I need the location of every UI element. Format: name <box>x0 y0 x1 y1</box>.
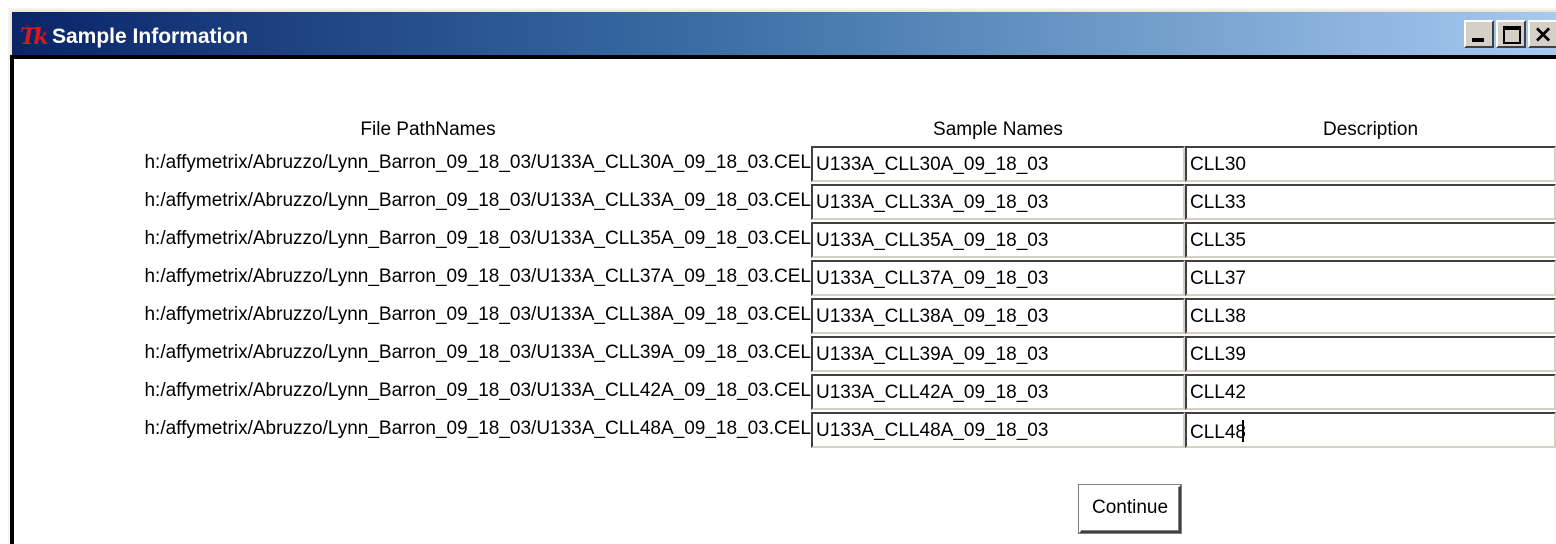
sample-name-value: U133A_CLL35A_09_18_03 <box>816 230 1049 251</box>
file-pathname: h:/affymetrix/Abruzzo/Lynn_Barron_09_18_… <box>144 418 811 439</box>
description-value: CLL33 <box>1190 192 1246 213</box>
description-field[interactable]: CLL30 <box>1185 146 1556 182</box>
sample-name-value: U133A_CLL48A_09_18_03 <box>816 420 1049 441</box>
window-title: Sample Information <box>52 24 249 48</box>
sample-row: h:/affymetrix/Abruzzo/Lynn_Barron_09_18_… <box>14 220 1556 258</box>
sample-row: h:/affymetrix/Abruzzo/Lynn_Barron_09_18_… <box>14 372 1556 410</box>
file-pathname: h:/affymetrix/Abruzzo/Lynn_Barron_09_18_… <box>144 342 811 363</box>
sample-name-value: U133A_CLL38A_09_18_03 <box>816 306 1049 327</box>
file-pathname: h:/affymetrix/Abruzzo/Lynn_Barron_09_18_… <box>144 190 811 211</box>
header-file-pathnames: File PathNames <box>360 119 496 140</box>
sample-row: h:/affymetrix/Abruzzo/Lynn_Barron_09_18_… <box>14 410 1556 448</box>
file-pathname: h:/affymetrix/Abruzzo/Lynn_Barron_09_18_… <box>144 380 811 401</box>
sample-row: h:/affymetrix/Abruzzo/Lynn_Barron_09_18_… <box>14 334 1556 372</box>
sample-row: h:/affymetrix/Abruzzo/Lynn_Barron_09_18_… <box>14 182 1556 220</box>
description-value: CLL39 <box>1190 344 1246 365</box>
sample-name-value: U133A_CLL33A_09_18_03 <box>816 192 1049 213</box>
description-value: CLL48 <box>1190 422 1246 443</box>
sample-name-value: U133A_CLL37A_09_18_03 <box>816 268 1049 289</box>
sample-name-field[interactable]: U133A_CLL42A_09_18_03 <box>811 374 1185 410</box>
title-bar[interactable]: Tk Sample Information × <box>12 12 1556 61</box>
sample-name-field[interactable]: U133A_CLL38A_09_18_03 <box>811 298 1185 334</box>
sample-form: File PathNames Sample Names Description … <box>10 55 1556 544</box>
description-field[interactable]: CLL39 <box>1185 336 1556 372</box>
file-pathname: h:/affymetrix/Abruzzo/Lynn_Barron_09_18_… <box>144 266 811 287</box>
sample-name-value: U133A_CLL42A_09_18_03 <box>816 382 1049 403</box>
description-field[interactable]: CLL37 <box>1185 260 1556 296</box>
description-value: CLL37 <box>1190 268 1246 289</box>
close-icon[interactable]: × <box>1528 20 1556 48</box>
description-field[interactable]: CLL48 <box>1185 412 1556 448</box>
sample-name-field[interactable]: U133A_CLL37A_09_18_03 <box>811 260 1185 296</box>
header-sample-names: Sample Names <box>933 119 1063 140</box>
description-field[interactable]: CLL35 <box>1185 222 1556 258</box>
header-description: Description <box>1322 119 1419 140</box>
description-field[interactable]: CLL38 <box>1185 298 1556 334</box>
maximize-icon[interactable] <box>1496 20 1526 48</box>
tk-logo-icon: Tk <box>20 23 49 50</box>
continue-button[interactable]: Continue <box>1079 485 1181 533</box>
sample-name-value: U133A_CLL39A_09_18_03 <box>816 344 1049 365</box>
file-pathname: h:/affymetrix/Abruzzo/Lynn_Barron_09_18_… <box>144 304 811 325</box>
text-caret <box>1242 420 1244 442</box>
description-value: CLL35 <box>1190 230 1246 251</box>
sample-row: h:/affymetrix/Abruzzo/Lynn_Barron_09_18_… <box>14 296 1556 334</box>
description-value: CLL38 <box>1190 306 1246 327</box>
file-pathname: h:/affymetrix/Abruzzo/Lynn_Barron_09_18_… <box>144 152 811 173</box>
window-controls: × <box>1464 20 1556 48</box>
sample-name-field[interactable]: U133A_CLL33A_09_18_03 <box>811 184 1185 220</box>
file-pathname: h:/affymetrix/Abruzzo/Lynn_Barron_09_18_… <box>144 228 811 249</box>
sample-name-field[interactable]: U133A_CLL48A_09_18_03 <box>811 412 1185 448</box>
description-value: CLL42 <box>1190 382 1246 403</box>
description-value: CLL30 <box>1190 154 1246 175</box>
sample-name-field[interactable]: U133A_CLL30A_09_18_03 <box>811 146 1185 182</box>
sample-name-value: U133A_CLL30A_09_18_03 <box>816 154 1049 175</box>
description-field[interactable]: CLL33 <box>1185 184 1556 220</box>
minimize-icon[interactable] <box>1464 20 1494 48</box>
sample-row: h:/affymetrix/Abruzzo/Lynn_Barron_09_18_… <box>14 258 1556 296</box>
sample-row: h:/affymetrix/Abruzzo/Lynn_Barron_09_18_… <box>14 144 1556 182</box>
description-field[interactable]: CLL42 <box>1185 374 1556 410</box>
sample-name-field[interactable]: U133A_CLL35A_09_18_03 <box>811 222 1185 258</box>
sample-name-field[interactable]: U133A_CLL39A_09_18_03 <box>811 336 1185 372</box>
